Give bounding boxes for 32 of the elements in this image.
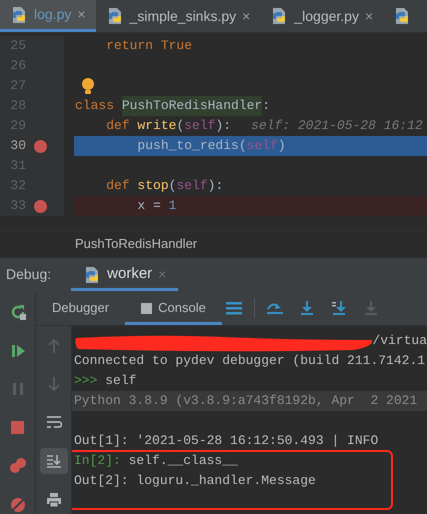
close-icon[interactable]: × [364,6,374,26]
console-line: Python 3.8.9 (v3.8.9:a743f8192b, Apr 2 2021 [74,392,418,410]
tab-label: log.py [34,5,72,24]
console-line: In[2]: self.__class__ [74,452,238,470]
tab-label: worker [107,264,152,284]
console-icon [141,302,152,314]
code-line: return True [105,37,194,56]
debug-label: Debug: [6,265,52,284]
tab-label: _logger.py [294,6,359,26]
console-line: Connected to pydev debugger (build 211.7142.1 [74,352,426,370]
debug-tab[interactable]: Console [125,291,222,325]
breadcrumb[interactable]: PushToRedisHandler [75,234,198,254]
code-line: def write(self): self: 2021-05-28 16:12 [105,117,424,136]
scroll-to-end-icon[interactable] [40,448,68,474]
close-icon[interactable]: × [77,4,86,25]
gutter-cell[interactable]: 30 [0,136,64,156]
file-icon [10,6,28,24]
console-line: Out[2]: loguru._handler.Message [74,472,316,490]
breakpoint-icon[interactable] [34,140,47,152]
tab-label: _simple_sinks.py [130,6,236,26]
editor-tab[interactable]: log.py × [0,0,96,32]
close-icon[interactable]: × [158,264,166,285]
console-line: /virtua [372,332,427,350]
console-line: >>> self [74,372,136,390]
close-icon[interactable]: × [242,6,250,26]
breakpoint-icon[interactable] [34,200,47,212]
debug-tab[interactable]: Debugger [36,291,126,325]
code-line: class PushToRedisHandler: [74,96,427,116]
code-line: def stop(self): [105,177,224,196]
console-line: Out[1]: '2021-05-28 16:12:50.493 | INFO [74,432,378,450]
line-number: 30 [9,137,26,156]
lightbulb-icon[interactable] [82,78,94,94]
